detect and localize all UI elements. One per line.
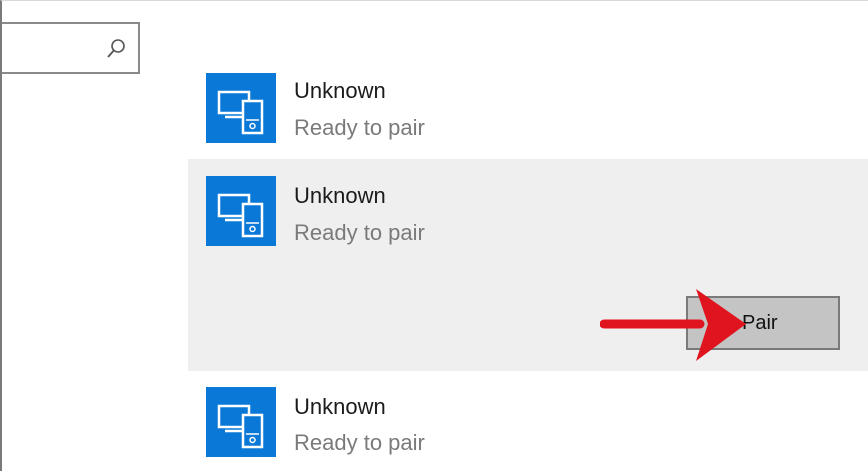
devices-icon [206, 73, 276, 143]
device-item[interactable]: Unknown Ready to pair [188, 63, 868, 153]
search-icon [107, 39, 125, 58]
device-name: Unknown [294, 394, 386, 419]
device-item-selected[interactable]: Unknown Ready to pair Pair [188, 159, 868, 371]
red-arrow-icon [600, 289, 746, 361]
device-name: Unknown [294, 78, 386, 103]
search-field[interactable] [2, 22, 140, 74]
device-item[interactable]: Unknown Ready to pair [188, 377, 868, 472]
device-status: Ready to pair [294, 115, 425, 140]
bluetooth-device-panel: Unknown Ready to pair Unknown Ready to p… [0, 0, 868, 471]
devices-icon [206, 387, 276, 457]
device-status: Ready to pair [294, 220, 425, 245]
device-status: Ready to pair [294, 430, 425, 455]
device-name: Unknown [294, 183, 386, 208]
devices-icon [206, 176, 276, 246]
